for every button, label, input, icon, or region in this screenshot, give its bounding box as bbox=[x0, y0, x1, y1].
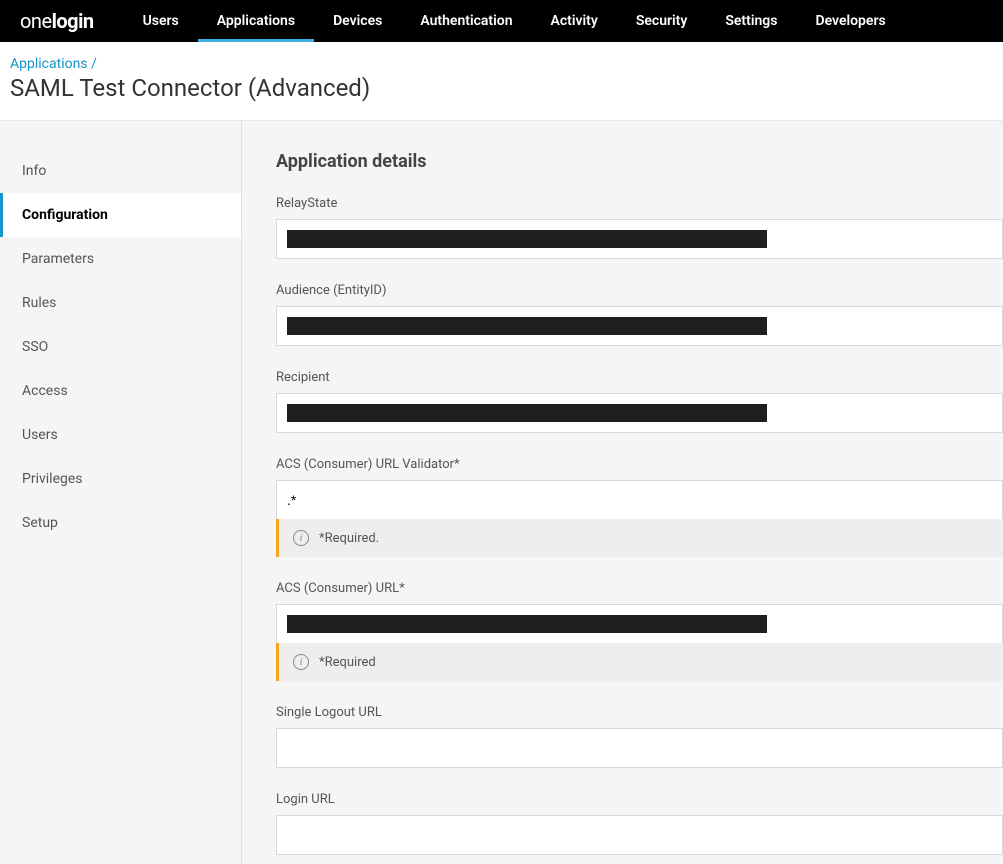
top-nav: onelogin Users Applications Devices Auth… bbox=[0, 0, 1003, 42]
sidebar-item-access[interactable]: Access bbox=[0, 369, 241, 413]
required-note-acs-url: i *Required bbox=[276, 643, 1003, 681]
body-row: Info Configuration Parameters Rules SSO … bbox=[0, 121, 1003, 864]
main-content: Application details RelayState Audience … bbox=[242, 121, 1003, 864]
nav-security[interactable]: Security bbox=[617, 0, 707, 42]
nav-devices[interactable]: Devices bbox=[314, 0, 401, 42]
redacted-value bbox=[287, 615, 767, 633]
sidebar-item-info[interactable]: Info bbox=[0, 149, 241, 193]
label-acs-url: ACS (Consumer) URL* bbox=[276, 581, 1003, 596]
text-input-slo-url[interactable] bbox=[287, 740, 992, 756]
nav-authentication[interactable]: Authentication bbox=[401, 0, 531, 42]
required-text: *Required. bbox=[319, 531, 379, 546]
breadcrumb[interactable]: Applications / bbox=[10, 56, 993, 72]
nav-activity[interactable]: Activity bbox=[532, 0, 617, 42]
label-recipient: Recipient bbox=[276, 370, 1003, 385]
input-relaystate[interactable] bbox=[276, 219, 1003, 259]
nav-users[interactable]: Users bbox=[124, 0, 198, 42]
text-input-login-url[interactable] bbox=[287, 827, 992, 843]
input-audience[interactable] bbox=[276, 306, 1003, 346]
nav-settings[interactable]: Settings bbox=[706, 0, 796, 42]
label-audience: Audience (EntityID) bbox=[276, 283, 1003, 298]
field-recipient: Recipient bbox=[276, 370, 1003, 433]
field-acs-url: ACS (Consumer) URL* i *Required bbox=[276, 581, 1003, 681]
input-acs-validator[interactable] bbox=[276, 480, 1003, 520]
sidebar-item-privileges[interactable]: Privileges bbox=[0, 457, 241, 501]
section-heading: Application details bbox=[276, 151, 1003, 172]
info-icon: i bbox=[293, 530, 309, 546]
sidebar-item-setup[interactable]: Setup bbox=[0, 501, 241, 545]
input-slo-url[interactable] bbox=[276, 728, 1003, 768]
nav-links: Users Applications Devices Authenticatio… bbox=[124, 0, 905, 42]
input-acs-url[interactable] bbox=[276, 604, 1003, 644]
brand-logo: onelogin bbox=[20, 9, 94, 33]
field-slo-url: Single Logout URL bbox=[276, 705, 1003, 768]
label-relaystate: RelayState bbox=[276, 196, 1003, 211]
sidebar-item-rules[interactable]: Rules bbox=[0, 281, 241, 325]
sidebar-item-parameters[interactable]: Parameters bbox=[0, 237, 241, 281]
field-acs-validator: ACS (Consumer) URL Validator* i *Require… bbox=[276, 457, 1003, 557]
input-login-url[interactable] bbox=[276, 815, 1003, 855]
label-slo-url: Single Logout URL bbox=[276, 705, 1003, 720]
sidebar-item-configuration[interactable]: Configuration bbox=[0, 193, 241, 237]
label-login-url: Login URL bbox=[276, 792, 1003, 807]
input-recipient[interactable] bbox=[276, 393, 1003, 433]
redacted-value bbox=[287, 230, 767, 248]
nav-applications[interactable]: Applications bbox=[198, 0, 314, 42]
brand-part1: one bbox=[20, 9, 52, 33]
nav-developers[interactable]: Developers bbox=[796, 0, 904, 42]
text-input-acs-validator[interactable] bbox=[287, 492, 992, 508]
required-note-acs-validator: i *Required. bbox=[276, 519, 1003, 557]
redacted-value bbox=[287, 317, 767, 335]
sub-header: Applications / SAML Test Connector (Adva… bbox=[0, 42, 1003, 121]
sidebar-item-sso[interactable]: SSO bbox=[0, 325, 241, 369]
label-acs-validator: ACS (Consumer) URL Validator* bbox=[276, 457, 1003, 472]
field-audience: Audience (EntityID) bbox=[276, 283, 1003, 346]
redacted-value bbox=[287, 404, 767, 422]
sidebar: Info Configuration Parameters Rules SSO … bbox=[0, 121, 242, 864]
info-icon: i bbox=[293, 654, 309, 670]
sidebar-item-users[interactable]: Users bbox=[0, 413, 241, 457]
page-title: SAML Test Connector (Advanced) bbox=[10, 74, 993, 102]
field-login-url: Login URL bbox=[276, 792, 1003, 855]
required-text: *Required bbox=[319, 655, 376, 670]
brand-part2: login bbox=[52, 9, 94, 33]
field-relaystate: RelayState bbox=[276, 196, 1003, 259]
